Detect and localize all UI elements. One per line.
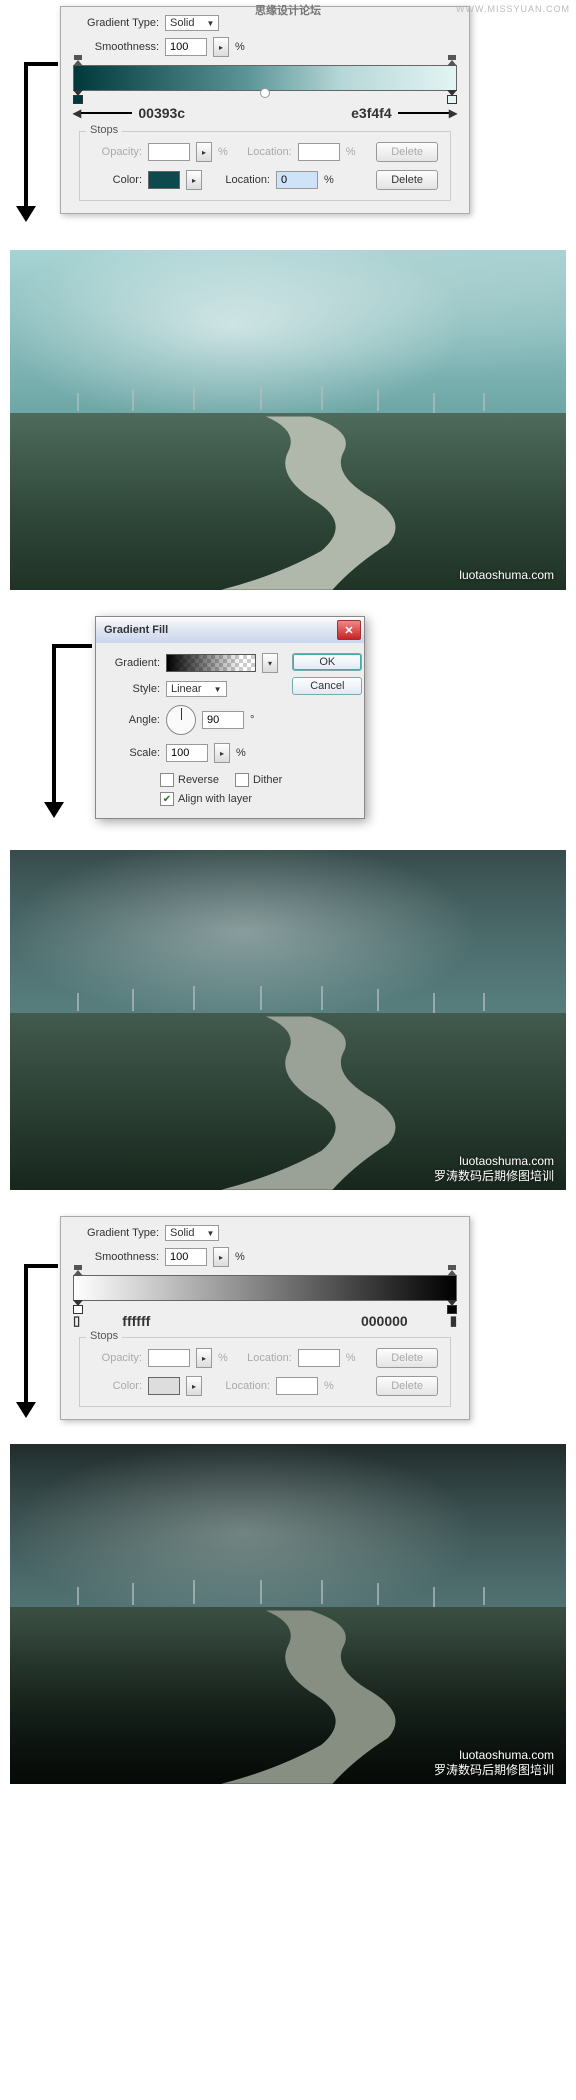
opacity-label: Opacity: [92,1352,142,1364]
marker-icon: ▮ [450,1313,457,1329]
opacity-location-label: Location: [234,146,292,158]
color-stop-right[interactable] [447,90,457,102]
close-button[interactable]: ✕ [337,620,361,640]
scale-stepper[interactable]: ▸ [214,743,230,763]
result-image-2: luotaoshuma.com 罗涛数码后期修图培训 [10,850,566,1190]
color-label: Color: [92,1380,142,1392]
style-label: Style: [106,683,160,695]
color-location-input[interactable] [276,171,318,189]
opacity-input [148,1349,190,1367]
stops-group: Stops Opacity: ▸ % Location: % Delete Co… [79,1337,451,1407]
image-watermark-text: 罗涛数码后期修图培训 [434,1167,554,1184]
chevron-down-icon: ▼ [206,1229,214,1238]
stops-group: Stops Opacity: ▸ % Location: % Delete Co… [79,131,451,201]
stops-title: Stops [86,1330,122,1342]
gradient-preview-bar[interactable] [73,1275,457,1301]
angle-label: Angle: [106,714,160,726]
style-select[interactable]: Linear▼ [166,681,227,697]
left-hex-code: ffffff [122,1313,150,1329]
color-label: Color: [92,174,142,186]
right-hex-code: e3f4f4 [351,105,391,121]
color-stop-delete-button: Delete [376,1376,438,1396]
gradient-type-label: Gradient Type: [71,17,159,29]
smoothness-stepper[interactable]: ▸ [213,37,229,57]
gradient-fill-dialog: Gradient Fill ✕ Gradient: ▾ Style: Linea… [95,616,365,819]
scale-label: Scale: [106,747,160,759]
gradient-type-select[interactable]: Solid▼ [165,15,219,31]
ok-button[interactable]: OK [292,653,362,671]
dither-label: Dither [253,774,282,786]
image-watermark-text: 罗涛数码后期修图培训 [434,1761,554,1778]
opacity-stepper: ▸ [196,1348,212,1368]
opacity-input [148,143,190,161]
marker-icon: ▯ [73,1313,80,1329]
stone-path [10,413,566,590]
chevron-down-icon: ▼ [206,19,214,28]
reverse-label: Reverse [178,774,219,786]
gradient-dropdown[interactable]: ▾ [262,653,278,673]
color-stop-delete-button[interactable]: Delete [376,170,438,190]
smoothness-label: Smoothness: [71,41,159,53]
scale-input[interactable] [166,744,208,762]
align-label: Align with layer [178,793,252,805]
degree-label: ° [250,714,254,726]
dither-checkbox[interactable] [235,773,249,787]
arrow-right-icon: ▸ [449,103,457,123]
opacity-label: Opacity: [92,146,142,158]
smoothness-input[interactable] [165,1248,207,1266]
align-checkbox[interactable]: ✔ [160,792,174,806]
close-icon: ✕ [344,624,353,637]
left-hex-code: 00393c [138,105,185,121]
color-picker-dropdown: ▸ [186,1376,202,1396]
opacity-location-label: Location: [234,1352,292,1364]
forum-watermark: 思缘设计论坛 [255,2,321,18]
color-picker-dropdown[interactable]: ▸ [186,170,202,190]
right-hex-code: 000000 [361,1313,408,1329]
gradient-editor-panel-2: Gradient Type: Solid▼ Smoothness: ▸ % ▯ … [60,1216,470,1420]
color-location-label: Location: [208,1380,270,1392]
color-stop-left[interactable] [73,90,83,102]
gradient-preview-bar[interactable] [73,65,457,91]
midpoint-marker[interactable] [258,86,272,100]
color-stop-left[interactable] [73,1300,83,1312]
opacity-location-input [298,143,340,161]
stops-title: Stops [86,124,122,136]
gradient-type-label: Gradient Type: [71,1227,159,1239]
color-location-input [276,1377,318,1395]
image-watermark-url: luotaoshuma.com [459,1748,554,1762]
opacity-stepper: ▸ [196,142,212,162]
smoothness-stepper[interactable]: ▸ [213,1247,229,1267]
image-watermark-url: luotaoshuma.com [459,1154,554,1168]
gradient-label: Gradient: [106,657,160,669]
color-swatch [148,1377,180,1395]
result-image-3: luotaoshuma.com 罗涛数码后期修图培训 [10,1444,566,1784]
opacity-stop-delete-button: Delete [376,142,438,162]
color-stop-right[interactable] [447,1300,457,1312]
site-watermark: WWW.MISSYUAN.COM [456,4,570,14]
image-watermark-url: luotaoshuma.com [459,568,554,582]
reverse-checkbox[interactable] [160,773,174,787]
gradient-type-select[interactable]: Solid▼ [165,1225,219,1241]
opacity-location-input [298,1349,340,1367]
gradient-preview[interactable] [166,654,256,672]
result-image-1: luotaoshuma.com [10,250,566,590]
cancel-button[interactable]: Cancel [292,677,362,695]
dialog-title: Gradient Fill [104,624,168,636]
angle-dial[interactable] [166,705,196,735]
percent-label: % [235,41,245,53]
angle-input[interactable] [202,711,244,729]
arrow-left-icon: ◂ [73,103,81,123]
opacity-stop-delete-button: Delete [376,1348,438,1368]
color-location-label: Location: [208,174,270,186]
smoothness-label: Smoothness: [71,1251,159,1263]
smoothness-input[interactable] [165,38,207,56]
chevron-down-icon: ▼ [214,685,222,694]
gradient-editor-panel-1: Gradient Type: Solid▼ Smoothness: ▸ % ◂ … [60,6,470,214]
color-swatch[interactable] [148,171,180,189]
